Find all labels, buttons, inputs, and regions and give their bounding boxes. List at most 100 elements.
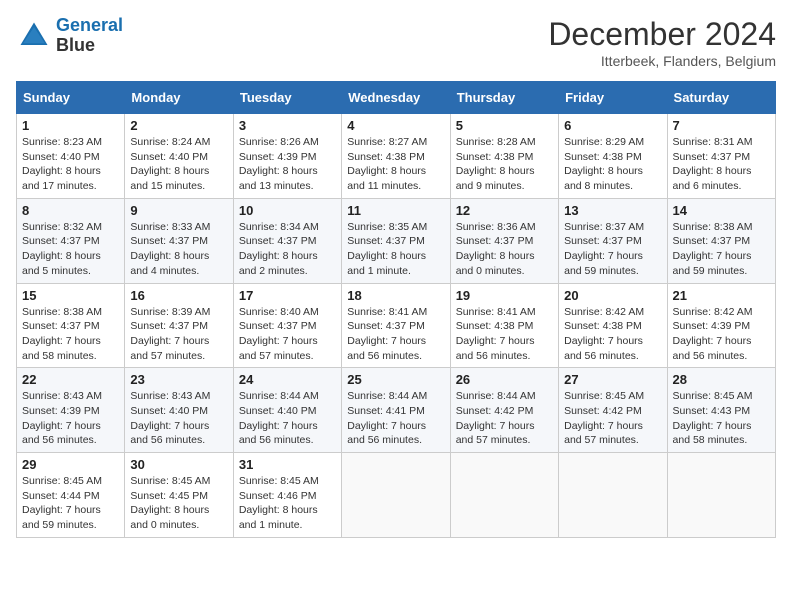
calendar-day-cell: 16 Sunrise: 8:39 AM Sunset: 4:37 PM Dayl… [125,283,233,368]
day-number: 29 [22,457,119,472]
day-number: 15 [22,288,119,303]
calendar-day-cell: 1 Sunrise: 8:23 AM Sunset: 4:40 PM Dayli… [17,114,125,199]
day-number: 13 [564,203,661,218]
day-number: 7 [673,118,770,133]
day-number: 17 [239,288,336,303]
calendar-week-row: 15 Sunrise: 8:38 AM Sunset: 4:37 PM Dayl… [17,283,776,368]
day-number: 25 [347,372,444,387]
calendar-day-cell: 15 Sunrise: 8:38 AM Sunset: 4:37 PM Dayl… [17,283,125,368]
weekday-header: Thursday [450,82,558,114]
day-number: 2 [130,118,227,133]
calendar-week-row: 1 Sunrise: 8:23 AM Sunset: 4:40 PM Dayli… [17,114,776,199]
day-number: 14 [673,203,770,218]
day-info: Sunrise: 8:24 AM Sunset: 4:40 PM Dayligh… [130,135,227,194]
calendar-day-cell: 23 Sunrise: 8:43 AM Sunset: 4:40 PM Dayl… [125,368,233,453]
day-number: 28 [673,372,770,387]
day-info: Sunrise: 8:44 AM Sunset: 4:41 PM Dayligh… [347,389,444,448]
day-info: Sunrise: 8:39 AM Sunset: 4:37 PM Dayligh… [130,305,227,364]
calendar-week-row: 22 Sunrise: 8:43 AM Sunset: 4:39 PM Dayl… [17,368,776,453]
calendar-day-cell: 3 Sunrise: 8:26 AM Sunset: 4:39 PM Dayli… [233,114,341,199]
day-number: 19 [456,288,553,303]
weekday-header: Friday [559,82,667,114]
calendar-day-cell: 6 Sunrise: 8:29 AM Sunset: 4:38 PM Dayli… [559,114,667,199]
day-number: 3 [239,118,336,133]
calendar-day-cell: 30 Sunrise: 8:45 AM Sunset: 4:45 PM Dayl… [125,453,233,538]
day-info: Sunrise: 8:38 AM Sunset: 4:37 PM Dayligh… [673,220,770,279]
day-number: 10 [239,203,336,218]
day-number: 5 [456,118,553,133]
day-info: Sunrise: 8:45 AM Sunset: 4:43 PM Dayligh… [673,389,770,448]
day-info: Sunrise: 8:33 AM Sunset: 4:37 PM Dayligh… [130,220,227,279]
day-info: Sunrise: 8:41 AM Sunset: 4:38 PM Dayligh… [456,305,553,364]
day-info: Sunrise: 8:32 AM Sunset: 4:37 PM Dayligh… [22,220,119,279]
calendar-day-cell: 25 Sunrise: 8:44 AM Sunset: 4:41 PM Dayl… [342,368,450,453]
month-title: December 2024 [548,16,776,53]
day-info: Sunrise: 8:23 AM Sunset: 4:40 PM Dayligh… [22,135,119,194]
day-info: Sunrise: 8:44 AM Sunset: 4:40 PM Dayligh… [239,389,336,448]
day-info: Sunrise: 8:26 AM Sunset: 4:39 PM Dayligh… [239,135,336,194]
calendar-day-cell: 26 Sunrise: 8:44 AM Sunset: 4:42 PM Dayl… [450,368,558,453]
day-info: Sunrise: 8:45 AM Sunset: 4:44 PM Dayligh… [22,474,119,533]
day-info: Sunrise: 8:45 AM Sunset: 4:46 PM Dayligh… [239,474,336,533]
calendar-day-cell: 28 Sunrise: 8:45 AM Sunset: 4:43 PM Dayl… [667,368,775,453]
calendar-day-cell: 22 Sunrise: 8:43 AM Sunset: 4:39 PM Dayl… [17,368,125,453]
calendar-day-cell: 31 Sunrise: 8:45 AM Sunset: 4:46 PM Dayl… [233,453,341,538]
day-number: 30 [130,457,227,472]
day-number: 1 [22,118,119,133]
calendar-day-cell: 14 Sunrise: 8:38 AM Sunset: 4:37 PM Dayl… [667,198,775,283]
day-number: 20 [564,288,661,303]
calendar-day-cell: 24 Sunrise: 8:44 AM Sunset: 4:40 PM Dayl… [233,368,341,453]
day-info: Sunrise: 8:45 AM Sunset: 4:45 PM Dayligh… [130,474,227,533]
day-info: Sunrise: 8:43 AM Sunset: 4:39 PM Dayligh… [22,389,119,448]
calendar-day-cell: 12 Sunrise: 8:36 AM Sunset: 4:37 PM Dayl… [450,198,558,283]
day-info: Sunrise: 8:35 AM Sunset: 4:37 PM Dayligh… [347,220,444,279]
day-info: Sunrise: 8:38 AM Sunset: 4:37 PM Dayligh… [22,305,119,364]
calendar-day-cell [559,453,667,538]
calendar-week-row: 29 Sunrise: 8:45 AM Sunset: 4:44 PM Dayl… [17,453,776,538]
day-number: 23 [130,372,227,387]
day-number: 11 [347,203,444,218]
day-info: Sunrise: 8:40 AM Sunset: 4:37 PM Dayligh… [239,305,336,364]
calendar-day-cell: 21 Sunrise: 8:42 AM Sunset: 4:39 PM Dayl… [667,283,775,368]
calendar-day-cell: 20 Sunrise: 8:42 AM Sunset: 4:38 PM Dayl… [559,283,667,368]
day-info: Sunrise: 8:43 AM Sunset: 4:40 PM Dayligh… [130,389,227,448]
weekday-header: Sunday [17,82,125,114]
weekday-header: Wednesday [342,82,450,114]
day-info: Sunrise: 8:28 AM Sunset: 4:38 PM Dayligh… [456,135,553,194]
day-number: 4 [347,118,444,133]
day-info: Sunrise: 8:42 AM Sunset: 4:38 PM Dayligh… [564,305,661,364]
logo-text: General Blue [56,16,123,56]
calendar-day-cell: 27 Sunrise: 8:45 AM Sunset: 4:42 PM Dayl… [559,368,667,453]
day-info: Sunrise: 8:41 AM Sunset: 4:37 PM Dayligh… [347,305,444,364]
calendar-day-cell: 17 Sunrise: 8:40 AM Sunset: 4:37 PM Dayl… [233,283,341,368]
day-info: Sunrise: 8:37 AM Sunset: 4:37 PM Dayligh… [564,220,661,279]
calendar-day-cell: 11 Sunrise: 8:35 AM Sunset: 4:37 PM Dayl… [342,198,450,283]
weekday-header: Tuesday [233,82,341,114]
calendar-week-row: 8 Sunrise: 8:32 AM Sunset: 4:37 PM Dayli… [17,198,776,283]
day-info: Sunrise: 8:45 AM Sunset: 4:42 PM Dayligh… [564,389,661,448]
calendar-day-cell: 9 Sunrise: 8:33 AM Sunset: 4:37 PM Dayli… [125,198,233,283]
day-number: 16 [130,288,227,303]
calendar-day-cell: 8 Sunrise: 8:32 AM Sunset: 4:37 PM Dayli… [17,198,125,283]
location: Itterbeek, Flanders, Belgium [548,53,776,69]
day-number: 9 [130,203,227,218]
day-number: 27 [564,372,661,387]
day-number: 22 [22,372,119,387]
calendar-day-cell: 29 Sunrise: 8:45 AM Sunset: 4:44 PM Dayl… [17,453,125,538]
day-info: Sunrise: 8:42 AM Sunset: 4:39 PM Dayligh… [673,305,770,364]
page-header: General Blue December 2024 Itterbeek, Fl… [16,16,776,69]
logo-icon [16,18,52,54]
calendar-day-cell: 18 Sunrise: 8:41 AM Sunset: 4:37 PM Dayl… [342,283,450,368]
calendar-day-cell [667,453,775,538]
day-number: 6 [564,118,661,133]
day-number: 26 [456,372,553,387]
weekday-header-row: SundayMondayTuesdayWednesdayThursdayFrid… [17,82,776,114]
calendar-day-cell: 13 Sunrise: 8:37 AM Sunset: 4:37 PM Dayl… [559,198,667,283]
weekday-header: Saturday [667,82,775,114]
day-number: 21 [673,288,770,303]
calendar-day-cell: 7 Sunrise: 8:31 AM Sunset: 4:37 PM Dayli… [667,114,775,199]
title-block: December 2024 Itterbeek, Flanders, Belgi… [548,16,776,69]
day-number: 24 [239,372,336,387]
day-info: Sunrise: 8:44 AM Sunset: 4:42 PM Dayligh… [456,389,553,448]
calendar-day-cell: 19 Sunrise: 8:41 AM Sunset: 4:38 PM Dayl… [450,283,558,368]
